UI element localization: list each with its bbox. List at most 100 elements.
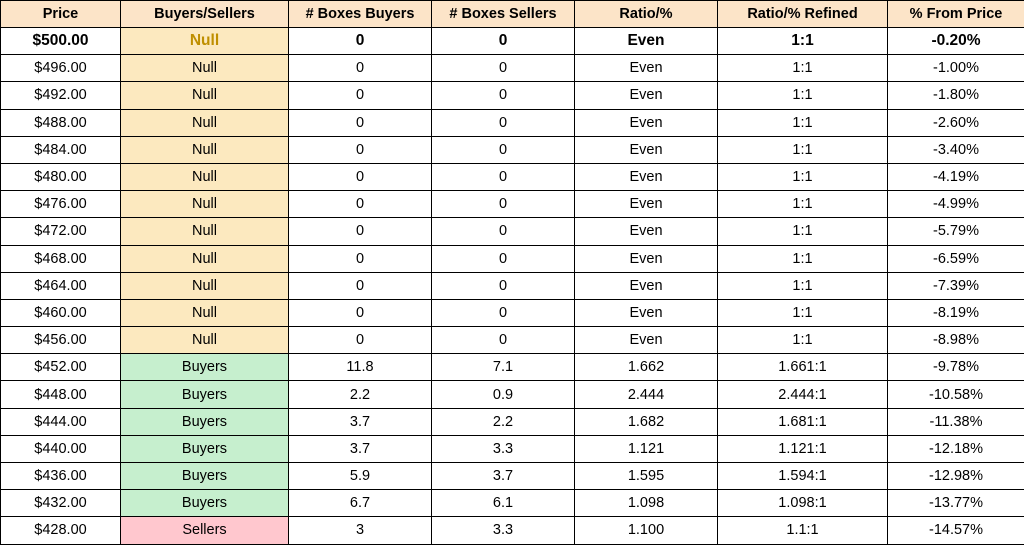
table-row: $456.00Null00Even1:1-8.98% xyxy=(1,327,1024,354)
cell-ratio-refined: 1.121:1 xyxy=(718,435,888,462)
cell-boxes-sellers: 0 xyxy=(432,272,575,299)
cell-buyers-sellers: Null xyxy=(121,163,289,190)
table-row: $496.00Null00Even1:1-1.00% xyxy=(1,55,1024,82)
cell-buyers-sellers: Buyers xyxy=(121,354,289,381)
cell-boxes-buyers: 0 xyxy=(289,109,432,136)
cell-boxes-sellers: 0 xyxy=(432,245,575,272)
cell-boxes-buyers: 0 xyxy=(289,55,432,82)
cell-boxes-sellers: 2.2 xyxy=(432,408,575,435)
cell-ratio: Even xyxy=(575,327,718,354)
table-row: $488.00Null00Even1:1-2.60% xyxy=(1,109,1024,136)
cell-ratio: 1.098 xyxy=(575,490,718,517)
cell-price: $472.00 xyxy=(1,218,121,245)
cell-buyers-sellers: Null xyxy=(121,299,289,326)
cell-boxes-sellers: 3.3 xyxy=(432,517,575,544)
cell-ratio: 1.682 xyxy=(575,408,718,435)
cell-pct-from-price: -2.60% xyxy=(888,109,1024,136)
cell-pct-from-price: -12.98% xyxy=(888,463,1024,490)
cell-buyers-sellers: Null xyxy=(121,55,289,82)
cell-buyers-sellers: Sellers xyxy=(121,517,289,544)
cell-ratio: Even xyxy=(575,28,718,55)
table-row: $492.00Null00Even1:1-1.80% xyxy=(1,82,1024,109)
cell-boxes-sellers: 0.9 xyxy=(432,381,575,408)
cell-pct-from-price: -12.18% xyxy=(888,435,1024,462)
cell-price: $452.00 xyxy=(1,354,121,381)
table-row: $480.00Null00Even1:1-4.19% xyxy=(1,163,1024,190)
cell-pct-from-price: -6.59% xyxy=(888,245,1024,272)
cell-boxes-buyers: 5.9 xyxy=(289,463,432,490)
table-body: $500.00Null00Even1:1-0.20%$496.00Null00E… xyxy=(1,28,1024,545)
cell-buyers-sellers: Null xyxy=(121,82,289,109)
cell-price: $448.00 xyxy=(1,381,121,408)
cell-pct-from-price: -11.38% xyxy=(888,408,1024,435)
cell-pct-from-price: -10.58% xyxy=(888,381,1024,408)
cell-ratio-refined: 1.661:1 xyxy=(718,354,888,381)
cell-ratio: Even xyxy=(575,55,718,82)
cell-boxes-sellers: 3.7 xyxy=(432,463,575,490)
cell-pct-from-price: -9.78% xyxy=(888,354,1024,381)
table-row: $476.00Null00Even1:1-4.99% xyxy=(1,191,1024,218)
cell-price: $488.00 xyxy=(1,109,121,136)
table-row: $452.00Buyers11.87.11.6621.661:1-9.78% xyxy=(1,354,1024,381)
cell-boxes-buyers: 6.7 xyxy=(289,490,432,517)
cell-price: $492.00 xyxy=(1,82,121,109)
cell-boxes-sellers: 3.3 xyxy=(432,435,575,462)
cell-pct-from-price: -1.00% xyxy=(888,55,1024,82)
column-header-ratio-refined: Ratio/% Refined xyxy=(718,1,888,28)
table-row: $472.00Null00Even1:1-5.79% xyxy=(1,218,1024,245)
cell-boxes-buyers: 3 xyxy=(289,517,432,544)
column-header-price: Price xyxy=(1,1,121,28)
cell-boxes-sellers: 0 xyxy=(432,28,575,55)
cell-ratio: Even xyxy=(575,299,718,326)
cell-boxes-buyers: 0 xyxy=(289,299,432,326)
cell-boxes-buyers: 0 xyxy=(289,82,432,109)
cell-ratio: Even xyxy=(575,136,718,163)
cell-ratio: Even xyxy=(575,245,718,272)
cell-boxes-buyers: 0 xyxy=(289,28,432,55)
table-row: $428.00Sellers33.31.1001.1:1-14.57% xyxy=(1,517,1024,544)
cell-boxes-buyers: 11.8 xyxy=(289,354,432,381)
cell-ratio-refined: 1:1 xyxy=(718,327,888,354)
cell-pct-from-price: -5.79% xyxy=(888,218,1024,245)
cell-boxes-sellers: 0 xyxy=(432,191,575,218)
cell-pct-from-price: -14.57% xyxy=(888,517,1024,544)
cell-boxes-buyers: 0 xyxy=(289,218,432,245)
cell-buyers-sellers: Buyers xyxy=(121,408,289,435)
header-row: Price Buyers/Sellers # Boxes Buyers # Bo… xyxy=(1,1,1024,28)
cell-boxes-sellers: 0 xyxy=(432,136,575,163)
cell-price: $480.00 xyxy=(1,163,121,190)
cell-ratio-refined: 1:1 xyxy=(718,109,888,136)
cell-price: $440.00 xyxy=(1,435,121,462)
table-row: $448.00Buyers2.20.92.4442.444:1-10.58% xyxy=(1,381,1024,408)
cell-pct-from-price: -4.99% xyxy=(888,191,1024,218)
column-header-boxes-sellers: # Boxes Sellers xyxy=(432,1,575,28)
cell-price: $432.00 xyxy=(1,490,121,517)
cell-ratio: Even xyxy=(575,82,718,109)
cell-boxes-sellers: 0 xyxy=(432,218,575,245)
cell-ratio: Even xyxy=(575,109,718,136)
cell-boxes-sellers: 0 xyxy=(432,55,575,82)
cell-price: $476.00 xyxy=(1,191,121,218)
cell-price: $496.00 xyxy=(1,55,121,82)
cell-ratio-refined: 1.681:1 xyxy=(718,408,888,435)
cell-ratio-refined: 1:1 xyxy=(718,272,888,299)
cell-buyers-sellers: Null xyxy=(121,272,289,299)
cell-ratio-refined: 1.594:1 xyxy=(718,463,888,490)
cell-ratio-refined: 1.1:1 xyxy=(718,517,888,544)
cell-price: $464.00 xyxy=(1,272,121,299)
table-row: $500.00Null00Even1:1-0.20% xyxy=(1,28,1024,55)
cell-buyers-sellers: Null xyxy=(121,327,289,354)
cell-boxes-buyers: 2.2 xyxy=(289,381,432,408)
cell-pct-from-price: -1.80% xyxy=(888,82,1024,109)
cell-ratio: 1.595 xyxy=(575,463,718,490)
cell-price: $484.00 xyxy=(1,136,121,163)
cell-pct-from-price: -0.20% xyxy=(888,28,1024,55)
cell-price: $468.00 xyxy=(1,245,121,272)
cell-pct-from-price: -7.39% xyxy=(888,272,1024,299)
cell-ratio-refined: 1:1 xyxy=(718,299,888,326)
price-levels-table: Price Buyers/Sellers # Boxes Buyers # Bo… xyxy=(0,0,1024,545)
cell-boxes-sellers: 0 xyxy=(432,327,575,354)
cell-boxes-buyers: 0 xyxy=(289,272,432,299)
cell-buyers-sellers: Buyers xyxy=(121,381,289,408)
cell-buyers-sellers: Null xyxy=(121,28,289,55)
